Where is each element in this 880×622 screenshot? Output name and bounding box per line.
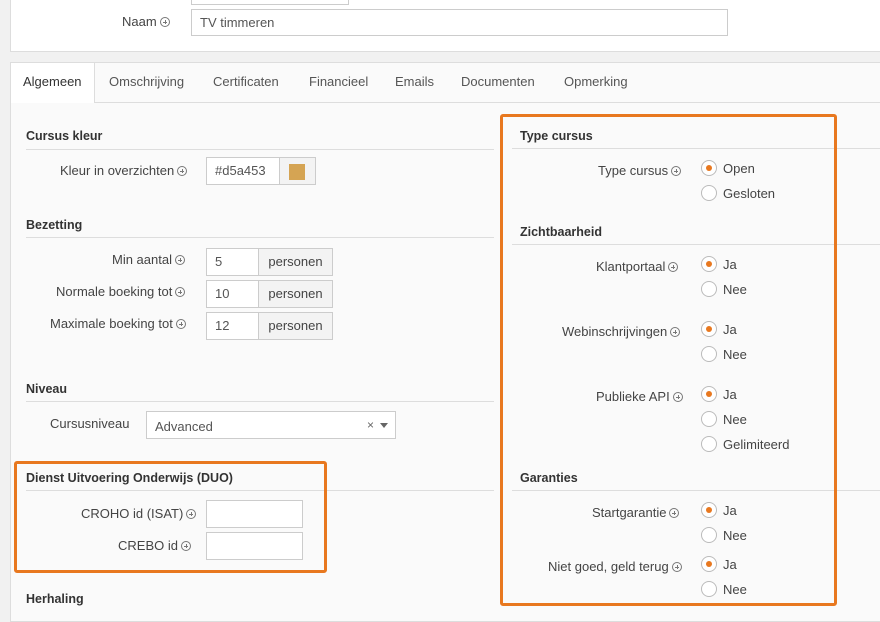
kleur-input[interactable]: #d5a453 <box>206 157 280 185</box>
name-input[interactable]: TV timmeren <box>191 9 728 36</box>
section-herhaling-title: Herhaling <box>26 592 84 606</box>
divider <box>26 237 494 238</box>
tab-algemeen[interactable]: Algemeen <box>23 74 82 89</box>
highlight-box-right <box>500 114 837 606</box>
normale-boeking-input[interactable]: 10 <box>206 280 260 308</box>
maximale-boeking-label: Maximale boeking tot <box>50 316 173 331</box>
personen-addon: personen <box>258 248 333 276</box>
cursusniveau-select[interactable]: Advanced × <box>146 411 396 439</box>
cursusniveau-value: Advanced <box>155 419 213 434</box>
max-label-wrap: Maximale boeking tot <box>50 316 186 331</box>
divider <box>26 401 494 402</box>
highlight-box-duo <box>14 461 327 573</box>
maximale-boeking-input[interactable]: 12 <box>206 312 260 340</box>
add-circle-icon[interactable] <box>159 17 170 27</box>
tab-opmerking[interactable]: Opmerking <box>564 74 628 89</box>
divider <box>26 149 494 150</box>
tab-omschrijving[interactable]: Omschrijving <box>109 74 184 89</box>
section-cursus-kleur-title: Cursus kleur <box>26 129 103 143</box>
add-circle-icon[interactable] <box>174 255 185 265</box>
kleur-label: Kleur in overzichten <box>60 163 175 178</box>
tab-certificaten[interactable]: Certificaten <box>213 74 279 89</box>
color-swatch <box>289 164 305 180</box>
normaal-label-wrap: Normale boeking tot <box>56 284 186 299</box>
min-aantal-input[interactable]: 5 <box>206 248 260 276</box>
kleur-label-wrap: Kleur in overzichten <box>60 163 188 178</box>
tab-financieel[interactable]: Financieel <box>309 74 368 89</box>
section-bezetting-title: Bezetting <box>26 218 83 232</box>
personen-addon: personen <box>258 280 333 308</box>
tab-emails[interactable]: Emails <box>395 74 434 89</box>
min-label-wrap: Min aantal <box>112 252 185 267</box>
clear-icon[interactable]: × <box>367 418 374 432</box>
top-field-fragment[interactable] <box>191 0 349 5</box>
name-label: Naam <box>122 14 157 29</box>
tab-documenten[interactable]: Documenten <box>461 74 535 89</box>
normale-boeking-label: Normale boeking tot <box>56 284 173 299</box>
personen-addon: personen <box>258 312 333 340</box>
color-picker-button[interactable] <box>279 157 316 185</box>
add-circle-icon[interactable] <box>175 287 186 297</box>
min-aantal-label: Min aantal <box>112 252 172 267</box>
add-circle-icon[interactable] <box>177 166 188 176</box>
add-circle-icon[interactable] <box>175 319 186 329</box>
name-label-wrap: Naam <box>122 14 170 29</box>
section-niveau-title: Niveau <box>26 382 67 396</box>
chevron-down-icon[interactable] <box>380 423 388 428</box>
cursusniveau-label: Cursusniveau <box>50 416 130 431</box>
